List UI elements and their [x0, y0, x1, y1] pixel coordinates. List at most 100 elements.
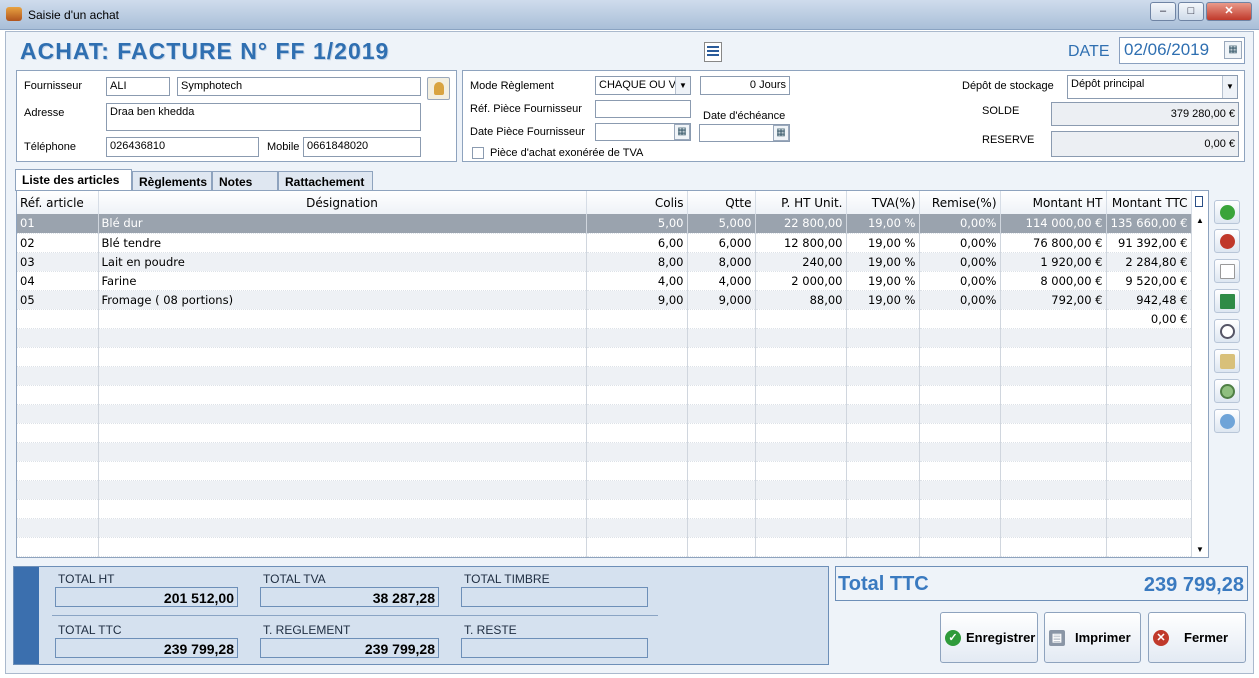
cell-tva[interactable]: 19,00 % [846, 233, 920, 253]
cell-designation[interactable] [98, 442, 587, 462]
cell-remise[interactable] [919, 499, 1001, 519]
cell-qtte[interactable]: 6,000 [687, 233, 756, 253]
ref-piece-field[interactable] [595, 100, 691, 118]
cell-ref[interactable] [17, 518, 99, 538]
cell-colis[interactable]: 4,00 [586, 271, 688, 291]
cell-prix-ht[interactable]: 12 800,00 [755, 233, 847, 253]
cell-tva[interactable] [846, 347, 920, 367]
settings-button[interactable] [1214, 379, 1240, 403]
grid-scrollbar[interactable]: ▲ ▼ [1191, 214, 1208, 557]
cell-prix-ht[interactable] [755, 423, 847, 443]
table-row[interactable]: 04 Farine 4,00 4,000 2 000,00 19,00 % 0,00% 8 0… [17, 271, 1192, 291]
cell-ref[interactable] [17, 385, 99, 405]
cell-qtte[interactable]: 5,000 [687, 214, 756, 234]
cell-remise[interactable] [919, 366, 1001, 386]
imprimer-button[interactable]: ▤ Imprimer [1044, 612, 1141, 663]
calendar-icon[interactable]: ▦ [773, 125, 789, 141]
cell-prix-ht[interactable] [755, 461, 847, 481]
edit-button[interactable] [1214, 349, 1240, 373]
cell-montant-ht[interactable] [1000, 328, 1107, 348]
cell-remise[interactable]: 0,00% [919, 252, 1001, 272]
cell-montant-ht[interactable] [1000, 537, 1107, 557]
cell-prix-ht[interactable] [755, 556, 847, 557]
search-button[interactable] [1214, 319, 1240, 343]
col-montant-ttc[interactable]: Montant TTC [1106, 191, 1192, 214]
cell-qtte[interactable] [687, 556, 756, 557]
cell-qtte[interactable]: 8,000 [687, 252, 756, 272]
table-row[interactable] [17, 404, 1192, 424]
cell-qtte[interactable] [687, 404, 756, 424]
cell-ref[interactable] [17, 556, 99, 557]
cell-montant-ht[interactable]: 792,00 € [1000, 290, 1107, 310]
cell-colis[interactable] [586, 442, 688, 462]
cell-ref[interactable] [17, 404, 99, 424]
table-row[interactable]: 05 Fromage ( 08 portions) 9,00 9,000 88,00 19… [17, 290, 1192, 310]
cell-montant-ttc[interactable] [1106, 556, 1192, 557]
enregistrer-button[interactable]: ✓ Enregistrer [940, 612, 1038, 663]
cell-designation[interactable] [98, 537, 587, 557]
table-row[interactable] [17, 499, 1192, 519]
cell-remise[interactable] [919, 556, 1001, 557]
cell-qtte[interactable] [687, 347, 756, 367]
cell-designation[interactable]: Blé tendre [98, 233, 587, 253]
jours-field[interactable]: 0 Jours [700, 76, 790, 95]
date-echeance-field[interactable]: ▦ [699, 124, 790, 142]
col-montant-ht[interactable]: Montant HT [1000, 191, 1107, 214]
cell-tva[interactable] [846, 442, 920, 462]
cell-montant-ttc[interactable] [1106, 442, 1192, 462]
cell-remise[interactable]: 0,00% [919, 271, 1001, 291]
cell-montant-ht[interactable] [1000, 461, 1107, 481]
cell-prix-ht[interactable]: 22 800,00 [755, 214, 847, 234]
cell-montant-ttc[interactable] [1106, 423, 1192, 443]
cell-montant-ttc[interactable] [1106, 499, 1192, 519]
col-tva[interactable]: TVA(%) [846, 191, 920, 214]
cell-tva[interactable] [846, 328, 920, 348]
tab-reglements[interactable]: Règlements [132, 171, 212, 191]
document-icon[interactable] [704, 42, 722, 62]
telephone-field[interactable]: 026436810 [106, 137, 259, 157]
cell-prix-ht[interactable] [755, 442, 847, 462]
table-row[interactable] [17, 537, 1192, 557]
adresse-field[interactable]: Draa ben khedda [106, 103, 421, 131]
cell-qtte[interactable] [687, 461, 756, 481]
cell-designation[interactable] [98, 499, 587, 519]
table-row[interactable] [17, 366, 1192, 386]
cell-colis[interactable]: 5,00 [586, 214, 688, 234]
cell-remise[interactable] [919, 518, 1001, 538]
cell-montant-ht[interactable] [1000, 347, 1107, 367]
cell-montant-ttc[interactable] [1106, 480, 1192, 500]
cell-qtte[interactable] [687, 499, 756, 519]
cell-montant-ttc[interactable]: 2 284,80 € [1106, 252, 1192, 272]
refresh-button[interactable] [1214, 409, 1240, 433]
cell-colis[interactable] [586, 347, 688, 367]
cell-remise[interactable] [919, 347, 1001, 367]
table-row[interactable] [17, 347, 1192, 367]
col-remise[interactable]: Remise(%) [919, 191, 1001, 214]
chevron-down-icon[interactable]: ▼ [675, 77, 690, 94]
table-row[interactable]: 01 Blé dur 5,00 5,000 22 800,00 19,00 % 0,00% 1… [17, 214, 1192, 234]
column-chooser-icon[interactable] [1193, 195, 1205, 209]
cell-prix-ht[interactable] [755, 537, 847, 557]
maximize-button[interactable]: □ [1178, 2, 1204, 21]
tab-rattachement[interactable]: Rattachement [278, 171, 373, 191]
calendar-icon[interactable]: ▦ [1224, 41, 1242, 59]
remove-line-button[interactable] [1214, 229, 1240, 253]
cell-colis[interactable] [586, 518, 688, 538]
table-row[interactable]: 0,00 € [17, 309, 1192, 329]
col-designation[interactable]: Désignation [98, 191, 587, 214]
cell-prix-ht[interactable] [755, 518, 847, 538]
cell-tva[interactable] [846, 537, 920, 557]
cell-colis[interactable] [586, 366, 688, 386]
cell-qtte[interactable] [687, 385, 756, 405]
cell-montant-ht[interactable] [1000, 423, 1107, 443]
cell-qtte[interactable] [687, 518, 756, 538]
cell-montant-ttc[interactable] [1106, 404, 1192, 424]
cell-montant-ttc[interactable] [1106, 461, 1192, 481]
cell-colis[interactable] [586, 309, 688, 329]
cell-prix-ht[interactable] [755, 328, 847, 348]
col-ref-article[interactable]: Réf. article [17, 191, 99, 214]
cell-designation[interactable] [98, 309, 587, 329]
cell-tva[interactable]: 19,00 % [846, 290, 920, 310]
tab-notes[interactable]: Notes [212, 171, 278, 191]
table-row[interactable] [17, 461, 1192, 481]
